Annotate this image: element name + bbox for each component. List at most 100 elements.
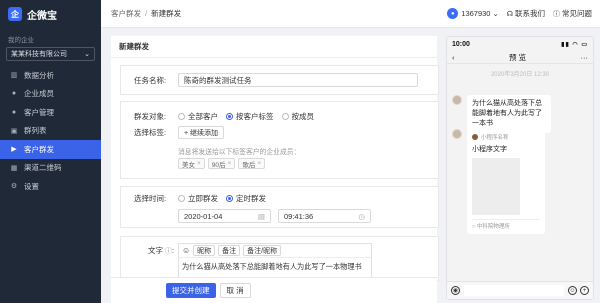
sidebar-item-qrcode[interactable]: ▦ 渠道二维码 xyxy=(0,159,101,178)
close-icon[interactable]: × xyxy=(228,160,232,167)
user-menu[interactable]: ● 1367930 ⌄ xyxy=(447,8,499,19)
org-label: 我的企业 xyxy=(8,37,34,44)
page-title: 新建群发 xyxy=(111,36,437,58)
tag-list: 美女 × 90后 × 歌后 × xyxy=(178,158,268,169)
phone-text-field[interactable] xyxy=(464,285,564,296)
add-tag-button[interactable]: + 继续添加 xyxy=(178,126,225,139)
target-label: 群发对象: xyxy=(134,112,167,121)
sidebar-item-label: 渠道二维码 xyxy=(24,163,62,173)
radio-by-tag[interactable]: 按客户标签 xyxy=(226,111,274,122)
mini-program-card[interactable]: 小程序名称 小程序文字 ○ 中科院物理所 xyxy=(467,129,545,234)
radio-dot xyxy=(281,113,289,120)
mini-program-footer: ○ 中科院物理所 xyxy=(472,219,540,230)
mini-program-header: 小程序名称 xyxy=(472,133,540,141)
logo-icon: 企 xyxy=(8,7,22,21)
org-name: 某某科技有限公司 xyxy=(11,51,67,58)
faq-label: 常见问题 xyxy=(562,9,592,18)
plus-icon[interactable]: + xyxy=(580,286,589,295)
date-picker[interactable]: 2020-01-04 ▤ xyxy=(178,209,271,223)
chat-message-mini-program: 小程序名称 小程序文字 ○ 中科院物理所 xyxy=(452,129,545,234)
mini-program-title: 小程序文字 xyxy=(472,146,507,153)
sidebar-item-data-analysis[interactable]: ▥ 数据分析 xyxy=(0,66,101,85)
radio-scheduled[interactable]: 定时群发 xyxy=(226,193,266,204)
text-editor[interactable]: ☺ 昵称 备注 备注/昵称 为什么猫从高处落下总能脚着地有人为此写了一本物理书 xyxy=(178,243,372,279)
close-icon[interactable]: × xyxy=(257,160,261,167)
sidebar-item-groups[interactable]: ▣ 群列表 xyxy=(0,122,101,141)
task-name-input[interactable]: 陈奇的群发测试任务 xyxy=(178,73,418,87)
tag-label: 选择标签: xyxy=(134,128,167,137)
tag-item: 90后 × xyxy=(207,158,236,169)
calendar-icon: ▤ xyxy=(257,211,265,221)
radio-by-member[interactable]: 按成员 xyxy=(281,111,314,122)
breadcrumb-item[interactable]: 客户群发 xyxy=(111,9,141,18)
voice-icon[interactable]: ◉ xyxy=(451,286,460,295)
more-icon[interactable]: ··· xyxy=(581,53,589,62)
text-label-colon: : xyxy=(172,246,175,255)
avatar xyxy=(452,95,462,105)
sidebar-item-members[interactable]: ● 企业成员 xyxy=(0,85,101,104)
message-text-area[interactable]: 为什么猫从高处落下总能脚着地有人为此写了一本物理书 xyxy=(179,258,371,276)
sidebar-item-label: 设置 xyxy=(24,181,39,191)
breadcrumb-separator: / xyxy=(145,9,148,18)
phone-nav-title: 预 览 xyxy=(508,52,527,62)
headset-icon: ☊ xyxy=(506,10,513,18)
org-select[interactable]: 某某科技有限公司 ⌄ xyxy=(6,47,95,61)
breadcrumb-current: 新建群发 xyxy=(151,9,182,18)
date-value: 2020-01-04 xyxy=(184,211,223,221)
avatar xyxy=(452,129,462,139)
submit-button[interactable]: 提交并创建 xyxy=(166,283,216,298)
mini-program-name: 小程序名称 xyxy=(481,135,509,141)
radio-dot xyxy=(226,113,233,120)
task-name-card: 任务名称: 陈奇的群发测试任务 xyxy=(120,65,439,95)
tag-hint: 消息将发送给以下标签客户的企业成员： xyxy=(178,149,301,156)
mini-program-logo-icon xyxy=(472,134,478,140)
form-panel: 新建群发 任务名称: 陈奇的群发测试任务 群发对象: 全部客户 按客户标签 按成… xyxy=(111,36,439,303)
radio-all-customers[interactable]: 全部客户 xyxy=(178,111,218,122)
sidebar-item-customers[interactable]: ● 客户管理 xyxy=(0,103,101,122)
time-picker[interactable]: 09:41:36 ◷ xyxy=(278,209,371,223)
tag-item: 歌后 × xyxy=(238,158,266,169)
text-label: 文字 xyxy=(148,246,163,255)
help-icon[interactable]: ⓘ xyxy=(165,246,172,256)
app-logo[interactable]: 企 企微宝 xyxy=(0,0,101,28)
help-icon: ⓘ xyxy=(553,10,560,18)
phone-input-bar: ◉ ☺ + xyxy=(447,281,593,299)
radio-send-now[interactable]: 立即群发 xyxy=(178,193,218,204)
top-right-actions: ● 1367930 ⌄ ☊ 联系我们 ⓘ 常见问题 xyxy=(439,8,600,19)
radio-dot xyxy=(226,195,233,202)
app-name: 企微宝 xyxy=(27,10,57,22)
avatar: ● xyxy=(447,8,459,19)
faq-link[interactable]: ⓘ 常见问题 xyxy=(553,8,592,19)
cancel-button[interactable]: 取 消 xyxy=(219,283,251,298)
target-card: 群发对象: 全部客户 按客户标签 按成员 选择标签: + 继续添加 消息将发送给… xyxy=(120,101,439,179)
chat-timestamp: 2020年3月20日 12:30 xyxy=(490,72,550,78)
sidebar-item-settings[interactable]: ⚙ 设置 xyxy=(0,177,101,196)
task-name-label: 任务名称: xyxy=(134,75,167,85)
sidebar-item-label: 客户群发 xyxy=(24,144,54,154)
top-bar: 客户群发 / 新建群发 ● 1367930 ⌄ ☊ 联系我们 ⓘ 常见问题 xyxy=(101,0,600,28)
sidebar-item-label: 客户管理 xyxy=(24,107,54,117)
phone-status-bar: 10:00 ▮▮ ◠ ▭ xyxy=(447,37,593,51)
emoji-icon[interactable]: ☺ xyxy=(182,246,190,255)
mini-program-icon: ○ xyxy=(472,224,476,230)
chevron-down-icon: ⌄ xyxy=(492,9,499,18)
user-id: 1367930 xyxy=(461,9,491,18)
close-icon[interactable]: × xyxy=(197,160,201,167)
form-footer: 提交并创建 取 消 xyxy=(111,277,437,303)
emoji-icon[interactable]: ☺ xyxy=(568,286,577,295)
time-card: 选择时间: 立即群发 定时群发 2020-01-04 ▤ 09:41:36 ◷ xyxy=(120,186,439,228)
user-icon: ● xyxy=(11,90,17,98)
phone-nav-bar: ‹ 预 览 ··· xyxy=(447,51,593,64)
contact-link[interactable]: ☊ 联系我们 xyxy=(507,8,545,19)
insert-nickname-button[interactable]: 昵称 xyxy=(193,245,216,256)
breadcrumb: 客户群发 / 新建群发 xyxy=(111,8,181,19)
insert-remark-nickname-button[interactable]: 备注/昵称 xyxy=(243,245,282,256)
sidebar-item-mass-send[interactable]: ▶ 客户群发 xyxy=(0,140,101,159)
insert-remark-button[interactable]: 备注 xyxy=(218,245,241,256)
tag-item: 美女 × xyxy=(178,158,205,169)
sidebar-item-label: 企业成员 xyxy=(24,89,54,99)
chevron-down-icon: ⌄ xyxy=(84,51,90,58)
sidebar-item-label: 数据分析 xyxy=(24,70,54,80)
message-bubble: 为什么猫从高处落下总能脚着地有人为此写了一本书 xyxy=(467,95,551,133)
chat-message-text: 为什么猫从高处落下总能脚着地有人为此写了一本书 xyxy=(452,95,551,133)
